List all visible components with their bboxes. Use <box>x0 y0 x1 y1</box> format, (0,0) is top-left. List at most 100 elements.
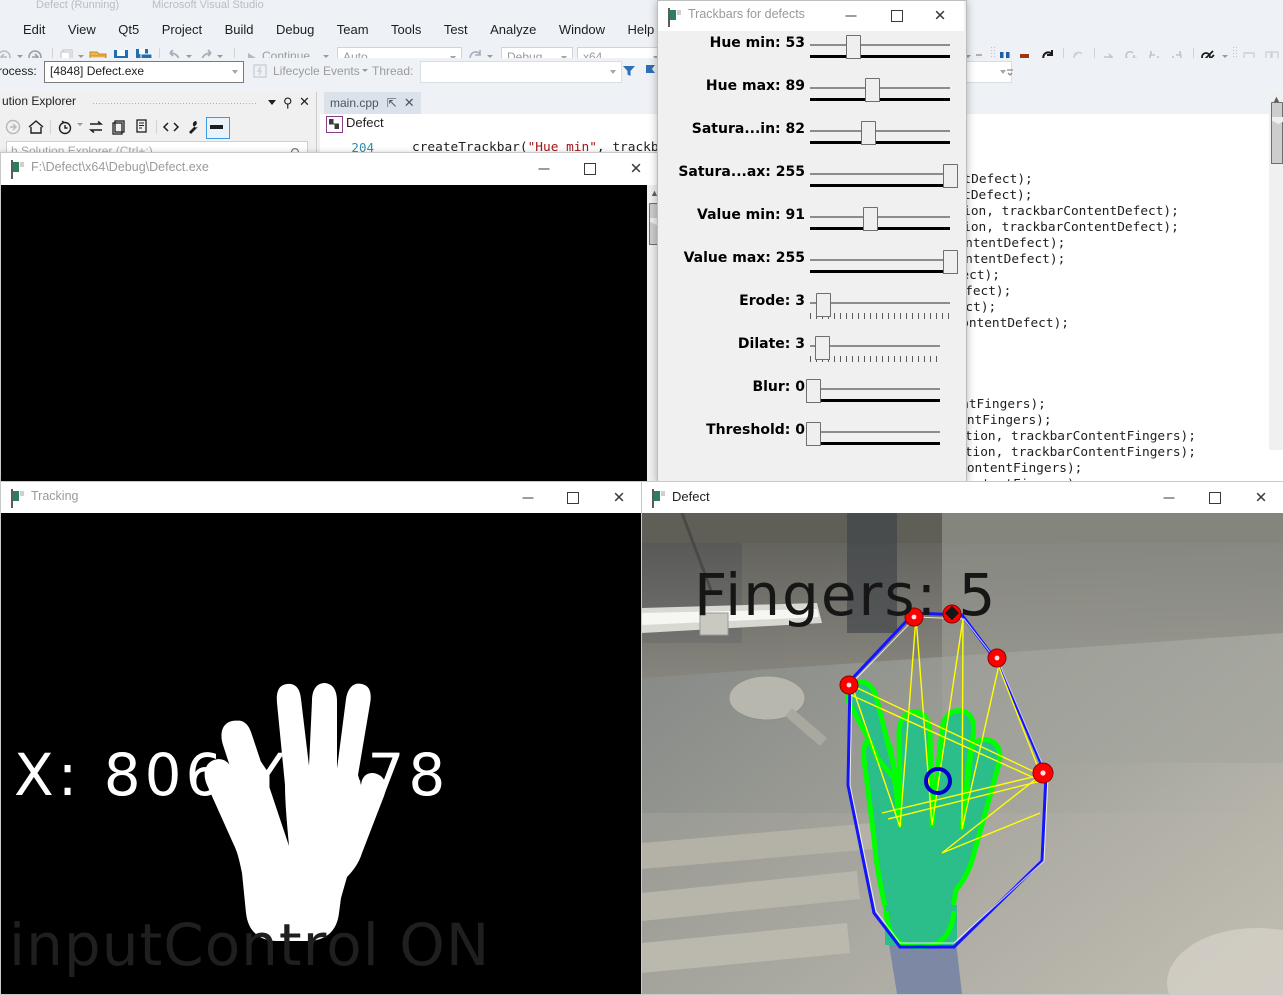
minimize-button[interactable] <box>521 153 567 184</box>
process-combo[interactable]: [4848] Defect.exe <box>44 61 244 83</box>
code-line: ration, trackbarContentDefect); <box>940 220 1179 235</box>
trackbar-label: Blur: 0 <box>752 379 805 395</box>
trackbar-saturation-max[interactable]: Satura...ax: 255 <box>658 164 964 207</box>
trackbar-thumb[interactable] <box>806 422 821 446</box>
show-all-files-icon[interactable] <box>133 118 151 136</box>
tab-label: main.cpp <box>330 96 379 110</box>
close-button[interactable]: ✕ <box>1238 482 1283 513</box>
trackbar-thumb[interactable] <box>806 379 821 403</box>
trackbar-value-max[interactable]: Value max: 255 <box>658 250 964 293</box>
filter-icon[interactable] <box>622 64 636 83</box>
flag-icon[interactable] <box>644 64 658 83</box>
menu-item-project[interactable]: Project <box>153 16 211 44</box>
trackbar-thumb[interactable] <box>863 207 878 231</box>
trackbar-blur[interactable]: Blur: 0 <box>658 379 964 422</box>
lifecycle-dropdown-icon[interactable] <box>362 69 368 72</box>
minimize-button[interactable] <box>1146 482 1192 513</box>
header-dot-separator <box>92 102 257 105</box>
lifecycle-events-label[interactable]: Lifecycle Events <box>273 64 360 78</box>
panel-menu-chevron-icon[interactable] <box>268 100 276 105</box>
trackbars-window[interactable]: Trackbars for defects ✕ Hue min: 53 Hue … <box>657 0 967 482</box>
toolbar-overflow-chevron-icon[interactable] <box>1005 66 1015 84</box>
trackbar-thumb[interactable] <box>815 336 830 360</box>
menu-item-window[interactable]: Window <box>550 16 614 44</box>
code-line: turation, trackbarContentFingers); <box>934 429 1196 444</box>
navbar-scope-label[interactable]: Defect <box>346 115 384 130</box>
trackbar-label: Value max: 255 <box>683 250 805 266</box>
minimize-button[interactable] <box>505 482 551 513</box>
pending-changes-dropdown-icon[interactable] <box>77 123 83 126</box>
home-icon[interactable] <box>27 118 45 136</box>
chevron-down-icon <box>232 70 238 74</box>
refresh-icon[interactable] <box>110 118 128 136</box>
tab-main-cpp[interactable]: main.cpp ⇱ ✕ <box>324 92 421 114</box>
menu-item-view[interactable]: View <box>59 16 105 44</box>
vs-title-suffix: Microsoft Visual Studio <box>152 0 264 11</box>
tracking-status-text: inputControl ON <box>9 911 491 979</box>
trackbars-body[interactable]: Hue min: 53 Hue max: 89 Satura...in: 82 … <box>658 31 964 479</box>
trackbar-saturation-min[interactable]: Satura...in: 82 <box>658 121 964 164</box>
pin-tab-icon[interactable]: ⇱ <box>387 92 397 114</box>
trackbar-threshold[interactable]: Threshold: 0 <box>658 422 964 465</box>
trackbar-erode[interactable]: Erode: 3 <box>658 293 964 336</box>
maximize-button[interactable] <box>567 153 613 184</box>
editor-vertical-scrollbar[interactable]: ▲ <box>1269 92 1283 450</box>
scrollbar-thumb[interactable] <box>1271 102 1283 164</box>
menu-item-test[interactable]: Test <box>435 16 477 44</box>
back-icon[interactable] <box>4 118 22 136</box>
menu-item-debug[interactable]: Debug <box>267 16 323 44</box>
solution-explorer-title: ution Explorer <box>2 94 77 108</box>
trackbar-hue-min[interactable]: Hue min: 53 <box>658 35 964 78</box>
maximize-button[interactable] <box>550 482 596 513</box>
trackbar-groove <box>810 44 950 46</box>
trackbar-thumb[interactable] <box>861 121 876 145</box>
console-title-bar[interactable]: F:\Defect\x64\Debug\Defect.exe ✕ <box>1 153 659 185</box>
menu-item-team[interactable]: Team <box>328 16 378 44</box>
menu-item-edit[interactable]: Edit <box>14 16 54 44</box>
pending-changes-icon[interactable] <box>56 118 74 136</box>
close-icon[interactable]: ✕ <box>299 94 310 110</box>
trackbar-value-min[interactable]: Value min: 91 <box>658 207 964 250</box>
trackbar-thumb[interactable] <box>943 250 958 274</box>
code-line: ration, trackbarContentDefect); <box>940 204 1179 219</box>
trackbar-thumb[interactable] <box>943 164 958 188</box>
maximize-button[interactable] <box>874 1 920 31</box>
trackbar-thumb[interactable] <box>846 35 861 59</box>
lifecycle-events-icon[interactable] <box>253 64 267 83</box>
close-button[interactable]: ✕ <box>596 482 642 513</box>
code-view-icon[interactable] <box>162 118 180 136</box>
tracking-title-bar[interactable]: Tracking ✕ <box>1 482 639 513</box>
defect-title-bar[interactable]: Defect ✕ <box>642 482 1282 513</box>
tracking-title-text: Tracking <box>31 489 79 503</box>
menu-item-tools[interactable]: Tools <box>382 16 430 44</box>
solution-explorer-toolbar[interactable] <box>0 114 316 140</box>
trackbar-thumb[interactable] <box>865 78 880 102</box>
trackbar-dilate[interactable]: Dilate: 3 <box>658 336 964 379</box>
close-button[interactable]: ✕ <box>917 1 963 31</box>
console-window[interactable]: F:\Defect\x64\Debug\Defect.exe ✕ ▲ <box>0 152 662 484</box>
preview-selected-items-icon[interactable] <box>206 117 230 139</box>
toolbar-separator <box>156 120 157 134</box>
trackbar-groove <box>810 173 950 175</box>
vs-menu-bar[interactable]: Edit View Qt5 Project Build Debug Team T… <box>0 16 1283 44</box>
trackbar-groove <box>810 87 950 89</box>
trackbar-thumb[interactable] <box>816 293 831 317</box>
pin-icon[interactable]: ⚲ <box>283 95 293 111</box>
minimize-button[interactable] <box>828 1 874 31</box>
close-button[interactable]: ✕ <box>613 153 659 184</box>
menu-item-analyze[interactable]: Analyze <box>481 16 545 44</box>
tracking-window[interactable]: Tracking ✕ X: 806 Y: 478 inputControl ON <box>0 481 642 995</box>
thread-combo[interactable] <box>420 61 622 83</box>
defect-window[interactable]: Defect ✕ Fingers: 5 <box>641 481 1283 995</box>
trackbar-groove <box>810 259 950 261</box>
vs-debug-location-toolbar[interactable]: rocess: [4848] Defect.exe Lifecycle Even… <box>0 58 1283 86</box>
trackbars-title-bar[interactable]: Trackbars for defects ✕ <box>658 1 964 32</box>
trackbar-hue-max[interactable]: Hue max: 89 <box>658 78 964 121</box>
solution-explorer-header: ution Explorer ⚲ ✕ <box>0 92 316 114</box>
menu-item-qt5[interactable]: Qt5 <box>109 16 148 44</box>
properties-icon[interactable] <box>185 118 203 136</box>
sync-with-active-document-icon[interactable] <box>87 118 105 136</box>
menu-item-build[interactable]: Build <box>216 16 263 44</box>
maximize-button[interactable] <box>1192 482 1238 513</box>
close-tab-icon[interactable]: ✕ <box>404 92 415 114</box>
